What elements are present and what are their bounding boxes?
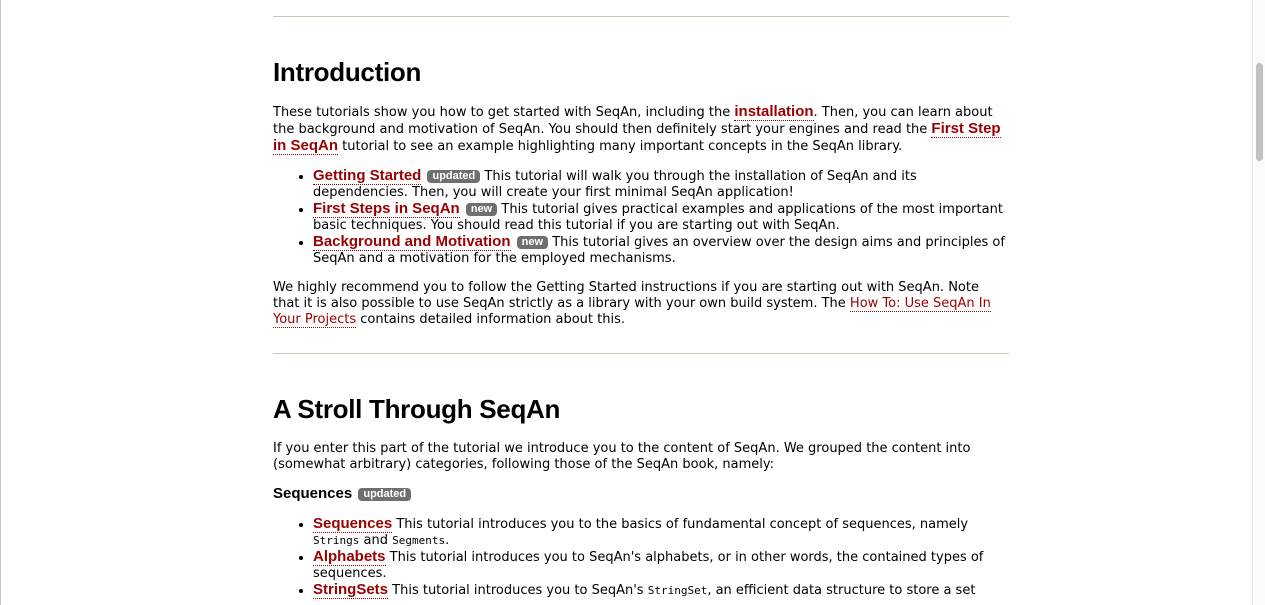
stroll-paragraph: If you enter this part of the tutorial w… bbox=[273, 441, 971, 472]
intro-tutorial-list: Getting Started updated This tutorial wi… bbox=[273, 167, 1009, 267]
alphabets-link[interactable]: Alphabets bbox=[313, 548, 386, 566]
sequences-link[interactable]: Sequences bbox=[313, 515, 393, 533]
vertical-scrollbar[interactable] bbox=[1252, 0, 1265, 605]
segments-code: Segments bbox=[392, 534, 446, 547]
stringsets-text-2: , an efficient data structure to store a… bbox=[707, 583, 976, 598]
list-item-sequences: Sequences This tutorial introduces you t… bbox=[313, 515, 1009, 549]
browser-viewport: Introduction These tutorials show you ho… bbox=[0, 0, 1265, 605]
stringsets-text-1: This tutorial introduces you to SeqAn's bbox=[388, 583, 648, 598]
list-item-getting-started: Getting Started updated This tutorial wi… bbox=[313, 167, 1009, 201]
list-item-first-steps: First Steps in SeqAn new This tutorial g… bbox=[313, 200, 1009, 234]
intro-paragraph: These tutorials show you how to get star… bbox=[273, 103, 1009, 155]
getting-started-link[interactable]: Getting Started bbox=[313, 167, 422, 185]
list-item-background: Background and Motivation new This tutor… bbox=[313, 233, 1009, 267]
stroll-heading: A Stroll Through SeqAn bbox=[273, 394, 561, 424]
recommendation-paragraph: We highly recommend you to follow the Ge… bbox=[273, 280, 1009, 328]
sequences-text-2: and bbox=[359, 533, 393, 548]
alphabets-description: This tutorial introduces you to SeqAn's … bbox=[313, 550, 984, 581]
strings-code: Strings bbox=[313, 534, 360, 547]
introduction-heading: Introduction bbox=[273, 57, 422, 87]
main-content: Introduction These tutorials show you ho… bbox=[273, 0, 1009, 599]
recommendation-text-2: contains detailed information about this… bbox=[356, 312, 626, 327]
sequences-text-1: This tutorial introduces you to the basi… bbox=[392, 517, 969, 532]
first-steps-link[interactable]: First Steps in SeqAn bbox=[313, 200, 460, 218]
new-badge: new bbox=[465, 203, 498, 216]
new-badge: new bbox=[516, 236, 549, 249]
scrollbar-thumb[interactable] bbox=[1256, 63, 1263, 161]
installation-link[interactable]: installation bbox=[734, 103, 814, 121]
updated-badge: updated bbox=[427, 170, 481, 183]
stringset-code: StringSet bbox=[647, 584, 708, 597]
list-item-alphabets: Alphabets This tutorial introduces you t… bbox=[313, 548, 1009, 582]
sequences-text-3: . bbox=[445, 533, 450, 548]
intro-text-3: tutorial to see an example highlighting … bbox=[338, 139, 903, 154]
updated-badge: updated bbox=[358, 488, 412, 501]
list-item-stringsets: StringSets This tutorial introduces you … bbox=[313, 581, 1009, 599]
intro-text-1: These tutorials show you how to get star… bbox=[273, 105, 735, 120]
background-motivation-link[interactable]: Background and Motivation bbox=[313, 233, 511, 251]
stringsets-link[interactable]: StringSets bbox=[313, 581, 389, 599]
sequences-tutorial-list: Sequences This tutorial introduces you t… bbox=[273, 515, 1009, 599]
sequences-subheading-title: Sequences bbox=[273, 485, 353, 502]
sequences-subheading: Sequences updated bbox=[273, 486, 1009, 503]
